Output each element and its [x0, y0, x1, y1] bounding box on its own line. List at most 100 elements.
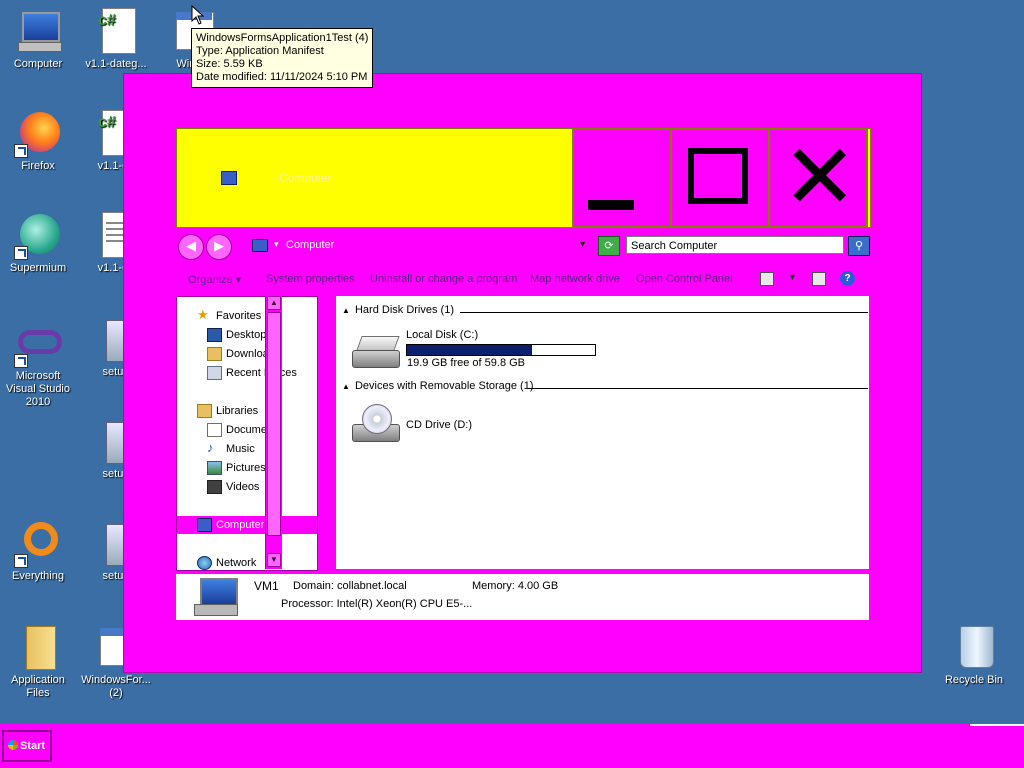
help-icon[interactable]: ? [840, 271, 855, 286]
view-options-icon[interactable] [760, 272, 774, 286]
tooltip-type: Type: Application Manifest [196, 45, 324, 57]
window-title: Computer [279, 171, 332, 185]
nav-downloads[interactable]: Downloads [177, 345, 317, 363]
tooltip-modified: Date modified: 11/11/2024 5:10 PM [196, 71, 368, 83]
forward-button[interactable]: ▶ [206, 234, 232, 260]
csharp-file-icon: c# [92, 8, 140, 56]
group-removable-storage[interactable]: ▲ Devices with Removable Storage (1) [342, 380, 868, 396]
desktop-icon-label: Application Files [11, 674, 65, 699]
nav-label: Favorites [216, 310, 262, 322]
group-label: Hard Disk Drives (1) [354, 304, 454, 316]
nav-pane-scrollbar[interactable]: ▲ ▼ [265, 296, 282, 569]
address-bar[interactable]: ▾ Computer ▼ [248, 236, 593, 256]
mouse-cursor-icon [191, 5, 205, 25]
drive-label: Local Disk (C:) [406, 329, 479, 341]
minimize-button[interactable] [572, 128, 672, 228]
nav-music[interactable]: ♪ Music [177, 440, 317, 458]
local-disk-c[interactable]: Local Disk (C:) 19.9 GB free of 59.8 GB [352, 326, 622, 370]
breadcrumb-chevron-icon[interactable]: ▾ [274, 239, 279, 250]
firefox-icon [14, 110, 62, 158]
nav-computer[interactable]: Computer [177, 516, 317, 534]
tooltip-name: WindowsFormsApplication1Test (4) [196, 32, 369, 44]
maximize-icon [688, 148, 748, 204]
scroll-up-icon[interactable]: ▲ [267, 296, 281, 310]
address-dropdown-icon[interactable]: ▼ [578, 239, 587, 249]
nav-desktop[interactable]: Desktop [177, 326, 317, 344]
cd-drive-d[interactable]: CD Drive (D:) [352, 402, 532, 446]
star-icon: ★ [197, 307, 209, 322]
content-pane: ▲ Hard Disk Drives (1) Local Disk (C:) 1… [336, 296, 869, 569]
group-hard-disk-drives[interactable]: ▲ Hard Disk Drives (1) [342, 304, 868, 320]
nav-documents[interactable]: Documents [177, 421, 317, 439]
breadcrumb-computer[interactable]: Computer [286, 239, 334, 251]
shortcut-arrow-icon [14, 354, 28, 368]
nav-libraries[interactable]: Libraries [177, 402, 317, 420]
shortcut-arrow-icon [14, 246, 28, 260]
libraries-icon [197, 404, 212, 418]
nav-videos[interactable]: Videos [177, 478, 317, 496]
desktop-icon [207, 328, 222, 342]
desktop-icon-firefox[interactable]: Firefox [0, 110, 76, 173]
start-label: Start [20, 740, 46, 752]
minimize-icon [588, 200, 634, 210]
videos-icon [207, 480, 222, 494]
collapse-arrow-icon: ▲ [342, 382, 350, 391]
refresh-button[interactable]: ⟳ [598, 236, 620, 256]
nav-recent-places[interactable]: Recent Places [177, 364, 317, 382]
organize-menu[interactable]: Organize ▾ [188, 273, 241, 286]
back-button[interactable]: ◀ [178, 234, 204, 260]
desktop-icon-label: v1.1-dateg... [85, 58, 147, 70]
nav-pictures[interactable]: Pictures [177, 459, 317, 477]
computer-icon [197, 518, 212, 532]
scroll-thumb[interactable] [267, 312, 281, 536]
open-control-panel-button[interactable]: Open Control Panel [636, 273, 733, 285]
preview-pane-icon[interactable] [812, 272, 826, 286]
nav-label: Pictures [226, 462, 266, 474]
nav-label: Recent Places [226, 367, 297, 379]
nav-label: Videos [226, 481, 260, 493]
desktop-icon-computer[interactable]: Computer [0, 8, 76, 71]
everything-icon [14, 520, 62, 568]
downloads-folder-icon [207, 347, 222, 361]
close-button[interactable]: ✕ [768, 128, 868, 228]
desktop-icon-application-files[interactable]: Application Files [0, 624, 76, 700]
search-button[interactable]: ⚲ [848, 236, 870, 256]
nav-network[interactable]: Network [177, 554, 317, 572]
file-tooltip: WindowsFormsApplication1Test (4) Type: A… [191, 28, 373, 88]
group-divider [460, 312, 868, 313]
computer-name: VM1 [254, 579, 279, 593]
view-dropdown-icon[interactable]: ▼ [788, 272, 797, 282]
start-button[interactable]: Start [2, 730, 52, 762]
details-pane: VM1 Domain: collabnet.local Memory: 4.00… [176, 574, 869, 620]
music-icon: ♪ [207, 440, 214, 455]
system-properties-button[interactable]: System properties [266, 273, 355, 285]
nav-favorites[interactable]: ★ Favorites [177, 307, 317, 325]
desktop-icon-everything[interactable]: Everything [0, 520, 76, 583]
desktop-icon-label: Everything [12, 570, 64, 582]
desktop-icon-recycle-bin[interactable]: Recycle Bin [936, 624, 1012, 687]
maximize-button[interactable] [670, 128, 770, 228]
uninstall-program-button[interactable]: Uninstall or change a program [370, 273, 517, 285]
scroll-down-icon[interactable]: ▼ [267, 553, 281, 567]
map-network-drive-button[interactable]: Map network drive [530, 273, 620, 285]
desktop-icon-visual-studio[interactable]: Microsoft Visual Studio 2010 [0, 320, 76, 409]
recent-places-icon [207, 366, 222, 380]
explorer-window[interactable]: Computer ✕ ◀ ▶ ▾ Computer ▼ ⟳ Search Com… [123, 73, 922, 673]
desktop-icon-v11-dateg[interactable]: c# v1.1-dateg... [78, 8, 154, 71]
drive-free-space: 19.9 GB free of 59.8 GB [407, 357, 526, 369]
navigation-bar: ◀ ▶ ▾ Computer ▼ ⟳ Search Computer ⚲ [176, 232, 870, 260]
collapse-arrow-icon: ▲ [342, 306, 350, 315]
nav-label: Desktop [226, 329, 267, 341]
desktop-icon-label: WindowsFor... (2) [81, 674, 151, 699]
cd-drive-icon [352, 404, 400, 444]
recycle-bin-icon [950, 624, 998, 672]
search-input[interactable]: Search Computer [626, 236, 844, 254]
navigation-pane: ★ Favorites Desktop Downloads Recent Pla… [176, 296, 318, 571]
tooltip-size: Size: 5.59 KB [196, 58, 263, 70]
visual-studio-icon [14, 320, 62, 368]
nav-label: Music [226, 443, 255, 455]
shortcut-arrow-icon [14, 554, 28, 568]
taskbar: Start [0, 724, 1024, 768]
hard-drive-icon [352, 330, 400, 370]
desktop-icon-supermium[interactable]: Supermium [0, 212, 76, 275]
